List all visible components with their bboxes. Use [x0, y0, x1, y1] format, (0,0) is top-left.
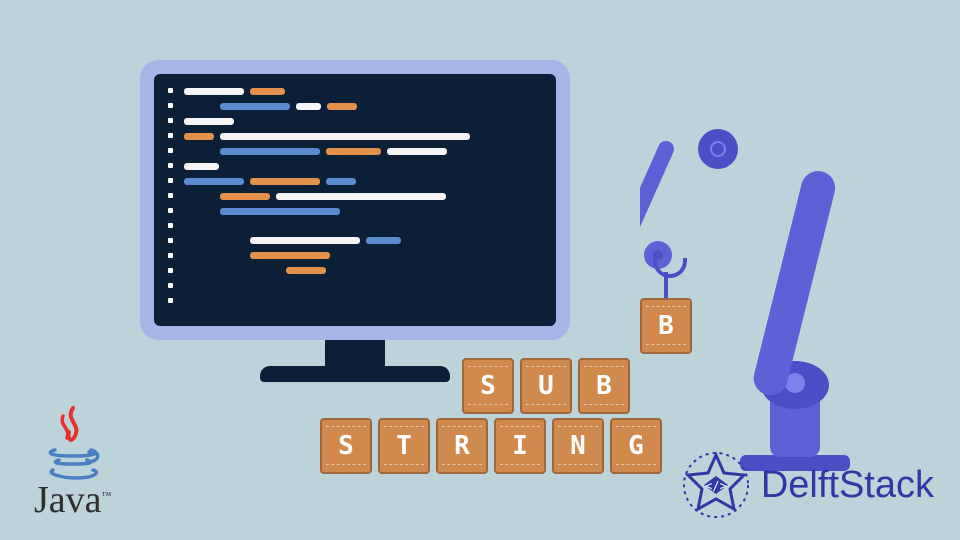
- code-monitor: [140, 60, 570, 400]
- hanging-block: B: [640, 298, 692, 354]
- line-number-gutter: [168, 88, 173, 312]
- java-logo: Java™: [34, 406, 111, 522]
- monitor-bezel: [140, 60, 570, 340]
- block-row-top: S U B: [430, 358, 662, 414]
- robotic-crane: [640, 85, 870, 485]
- delftstack-icon: </>: [681, 450, 751, 520]
- java-cup-icon: [45, 406, 101, 482]
- letter-block: S: [462, 358, 514, 414]
- letter-block: I: [494, 418, 546, 474]
- crane-wire: [664, 272, 668, 300]
- letter-block: N: [552, 418, 604, 474]
- delftstack-wordmark: DelftStack: [761, 464, 934, 507]
- letter-block: R: [436, 418, 488, 474]
- monitor-screen: [154, 74, 556, 326]
- svg-text:</>: </>: [705, 479, 727, 493]
- letter-block: B: [578, 358, 630, 414]
- illustration-canvas: B S U B S T R I N G Java™: [0, 0, 960, 540]
- letter-block: U: [520, 358, 572, 414]
- block-row-bottom: S T R I N G: [320, 418, 662, 474]
- letter-blocks-stack: S U B S T R I N G: [320, 358, 662, 474]
- java-wordmark: Java™: [34, 478, 111, 522]
- letter-block: T: [378, 418, 430, 474]
- code-lines: [184, 88, 542, 274]
- letter-block-hanging: B: [640, 298, 692, 354]
- letter-block: G: [610, 418, 662, 474]
- delftstack-logo: </> DelftStack: [681, 450, 934, 520]
- letter-block: S: [320, 418, 372, 474]
